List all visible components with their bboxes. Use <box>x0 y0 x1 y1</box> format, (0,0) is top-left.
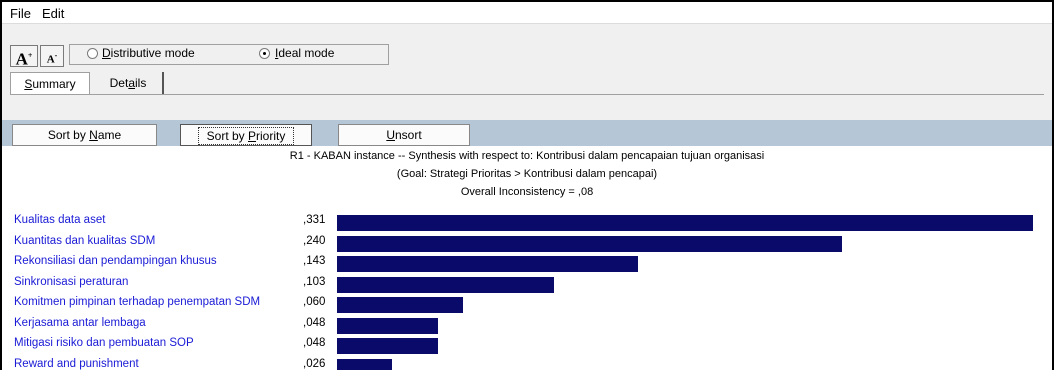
priority-label: Rekonsiliasi dan pendampingan khusus <box>14 255 217 267</box>
priority-value: ,103 <box>303 275 326 288</box>
menu-edit[interactable]: Edit <box>42 6 64 21</box>
priority-bar <box>337 358 392 370</box>
tab-divider <box>10 94 1044 95</box>
ideal-mode-radio[interactable] <box>259 48 270 59</box>
priority-label: Sinkronisasi peraturan <box>14 275 129 288</box>
priority-bar <box>337 235 842 252</box>
ideal-mode-label: Ideal mode <box>275 46 335 60</box>
priority-bar <box>337 317 438 334</box>
priority-label: Komitmen pimpinan terhadap penempatan SD… <box>14 296 261 308</box>
priority-value: ,060 <box>303 296 326 308</box>
synthesis-panel: R1 - KABAN instance -- Synthesis with re… <box>2 146 1052 370</box>
priority-label: Kerjasama antar lembaga <box>14 316 146 329</box>
sort-by-priority-label: Sort by Priority <box>197 127 295 145</box>
distributive-mode-radio[interactable] <box>87 48 98 59</box>
priority-label: Kuantitas dan kualitas SDM <box>14 234 156 247</box>
priority-value: ,026 <box>303 357 326 370</box>
synthesis-goal: (Goal: Strategi Prioritas > Kontribusi d… <box>396 168 658 180</box>
distributive-mode-label: Distributive mode <box>102 46 195 60</box>
priority-bar <box>337 338 438 354</box>
tab-summary[interactable]: Summary <box>10 72 90 94</box>
synthesis-title: R1 - KABAN instance -- Synthesis with re… <box>289 150 765 162</box>
menu-bar: File Edit <box>2 2 1052 24</box>
font-decrease-icon[interactable]: A- <box>40 45 64 67</box>
priority-label: Mitigasi risiko dan pembuatan SOP <box>14 337 194 349</box>
priority-value: ,048 <box>303 316 326 329</box>
priority-bar <box>337 215 1033 231</box>
priority-value: ,240 <box>303 234 326 247</box>
tab-details-label: Details <box>109 76 147 90</box>
font-increase-icon[interactable]: A+ <box>10 45 38 69</box>
priority-value: ,331 <box>303 214 326 226</box>
menu-file[interactable]: File <box>10 6 31 21</box>
priority-label: Kualitas data aset <box>14 214 106 226</box>
priority-bar <box>337 256 638 272</box>
priority-label: Reward and punishment <box>14 357 139 370</box>
tab-summary-label: Summary <box>24 77 76 91</box>
priority-bar <box>337 297 463 313</box>
sort-by-priority-button[interactable]: Sort by Priority <box>180 124 312 146</box>
priority-value: ,048 <box>303 337 326 349</box>
sort-bar <box>2 120 1052 146</box>
overall-inconsistency: Overall Inconsistency = ,08 <box>460 186 594 198</box>
tab-details[interactable]: Details <box>94 72 164 94</box>
window-frame: File Edit A+ A- Distributive mode Ideal … <box>0 0 1054 370</box>
priority-bar <box>337 276 554 293</box>
sort-by-name-button[interactable]: Sort by Name <box>12 124 157 146</box>
unsort-button[interactable]: Unsort <box>338 124 470 146</box>
priority-value: ,143 <box>303 255 326 267</box>
